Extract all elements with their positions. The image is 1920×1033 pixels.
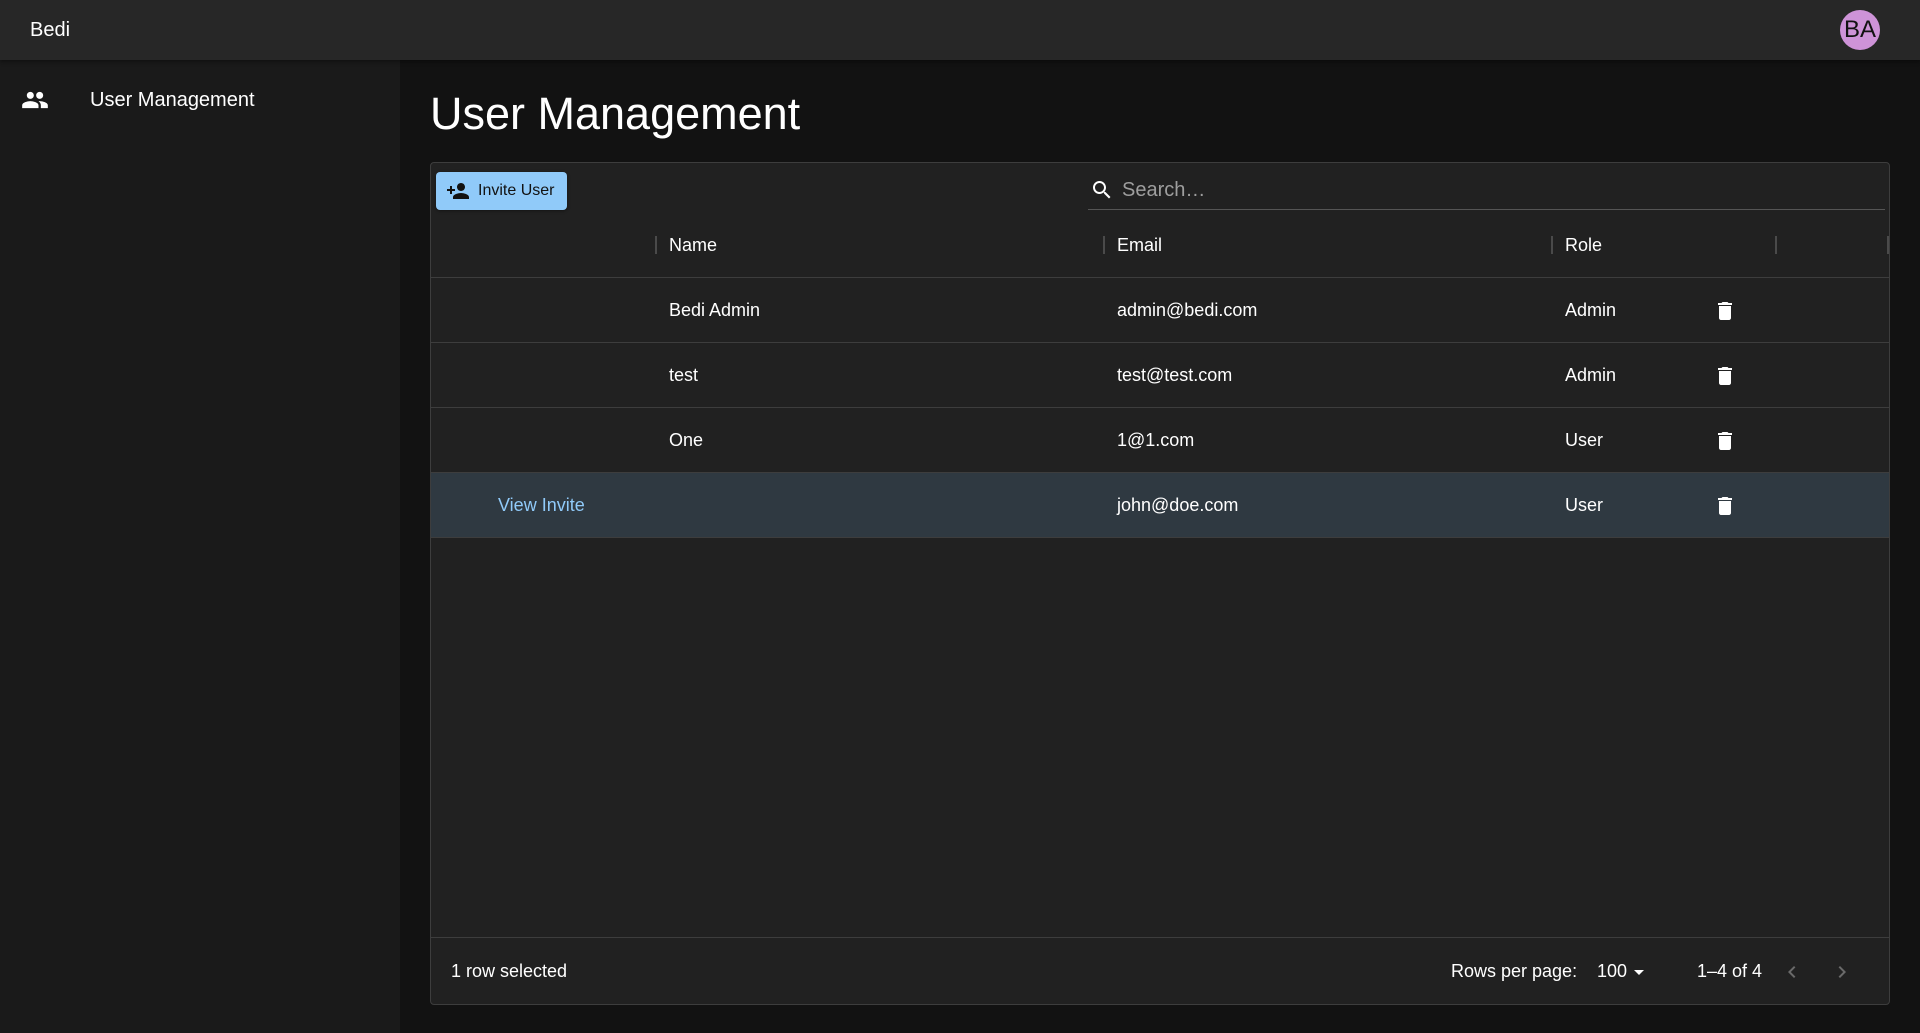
cell-role: Admin	[1565, 365, 1617, 385]
chevron-left-icon	[1788, 966, 1796, 978]
rows-per-page-value: 100	[1597, 961, 1628, 981]
table-row-selected[interactable]: View Invite john@doe.com User	[431, 473, 1889, 538]
sidebar-item-user-management[interactable]: User Management	[0, 60, 400, 140]
trash-icon	[1718, 497, 1732, 515]
column-header-role[interactable]: Role	[1565, 213, 1602, 278]
column-separator[interactable]	[1775, 236, 1777, 254]
rows-per-page-select[interactable]: 100	[1597, 938, 1651, 1005]
app-title: Bedi	[30, 18, 71, 41]
previous-page-button[interactable]	[1777, 957, 1807, 987]
column-separator	[1887, 236, 1889, 254]
people-icon	[20, 85, 50, 115]
cell-name: Bedi Admin	[669, 300, 761, 320]
delete-button[interactable]	[1708, 294, 1742, 328]
cell-name: test	[669, 365, 699, 385]
grid-rows: Bedi Admin admin@bedi.com Admin test tes…	[431, 278, 1889, 538]
chevron-right-icon	[1838, 966, 1846, 978]
rows-per-page-label: Rows per page:	[1451, 961, 1578, 981]
cell-role: User	[1565, 495, 1604, 515]
main-content: User Management Invite User Name Email	[400, 60, 1920, 1033]
cell-role: Admin	[1565, 300, 1617, 320]
invite-user-label: Invite User	[478, 182, 555, 199]
cell-email: john@doe.com	[1117, 495, 1239, 515]
view-invite-link[interactable]: View Invite	[498, 473, 585, 538]
column-header-label: Role	[1565, 235, 1603, 255]
cell-email: admin@bedi.com	[1117, 300, 1258, 320]
app-bar: Bedi BA	[0, 0, 1920, 60]
column-header-label: Name	[669, 235, 718, 255]
table-row[interactable]: Bedi Admin admin@bedi.com Admin	[431, 278, 1889, 343]
column-separator[interactable]	[1551, 236, 1553, 254]
invite-user-button[interactable]: Invite User	[436, 172, 568, 210]
users-data-grid: Invite User Name Email Role	[430, 162, 1890, 1005]
user-avatar[interactable]: BA	[1840, 10, 1880, 50]
delete-button[interactable]	[1708, 489, 1742, 523]
sidebar: User Management	[0, 60, 400, 1033]
table-row[interactable]: test test@test.com Admin	[431, 343, 1889, 408]
trash-icon	[1718, 302, 1732, 320]
trash-icon	[1718, 367, 1732, 385]
table-row[interactable]: One 1@1.com User	[431, 408, 1889, 473]
avatar-initials: BA	[1843, 16, 1876, 43]
column-header-name[interactable]: Name	[669, 213, 717, 278]
column-headers: Name Email Role	[431, 213, 1889, 278]
cell-role: User	[1565, 430, 1604, 450]
grid-footer: 1 row selected Rows per page: 100 1–4 of…	[431, 937, 1889, 1004]
trash-icon	[1718, 432, 1732, 450]
cell-name: One	[669, 430, 704, 450]
sidebar-item-label: User Management	[90, 88, 255, 111]
cell-email: 1@1.com	[1117, 430, 1195, 450]
page-title: User Management	[430, 88, 801, 139]
search-box	[1088, 171, 1885, 210]
column-separator[interactable]	[655, 236, 657, 254]
grid-toolbar: Invite User	[431, 163, 1889, 213]
column-header-label: Email	[1117, 235, 1163, 255]
pagination-range: 1–4 of 4	[1697, 961, 1763, 981]
selected-count: 1 row selected	[451, 961, 568, 981]
search-input[interactable]	[1120, 177, 1860, 203]
delete-button[interactable]	[1708, 359, 1742, 393]
cell-email: test@test.com	[1117, 365, 1233, 385]
column-header-email[interactable]: Email	[1117, 213, 1162, 278]
column-separator[interactable]	[1103, 236, 1105, 254]
delete-button[interactable]	[1708, 424, 1742, 458]
arrow-drop-down-icon	[1634, 969, 1645, 975]
next-page-button[interactable]	[1827, 957, 1857, 987]
search-icon	[1093, 181, 1111, 199]
person-add-icon	[447, 183, 469, 199]
